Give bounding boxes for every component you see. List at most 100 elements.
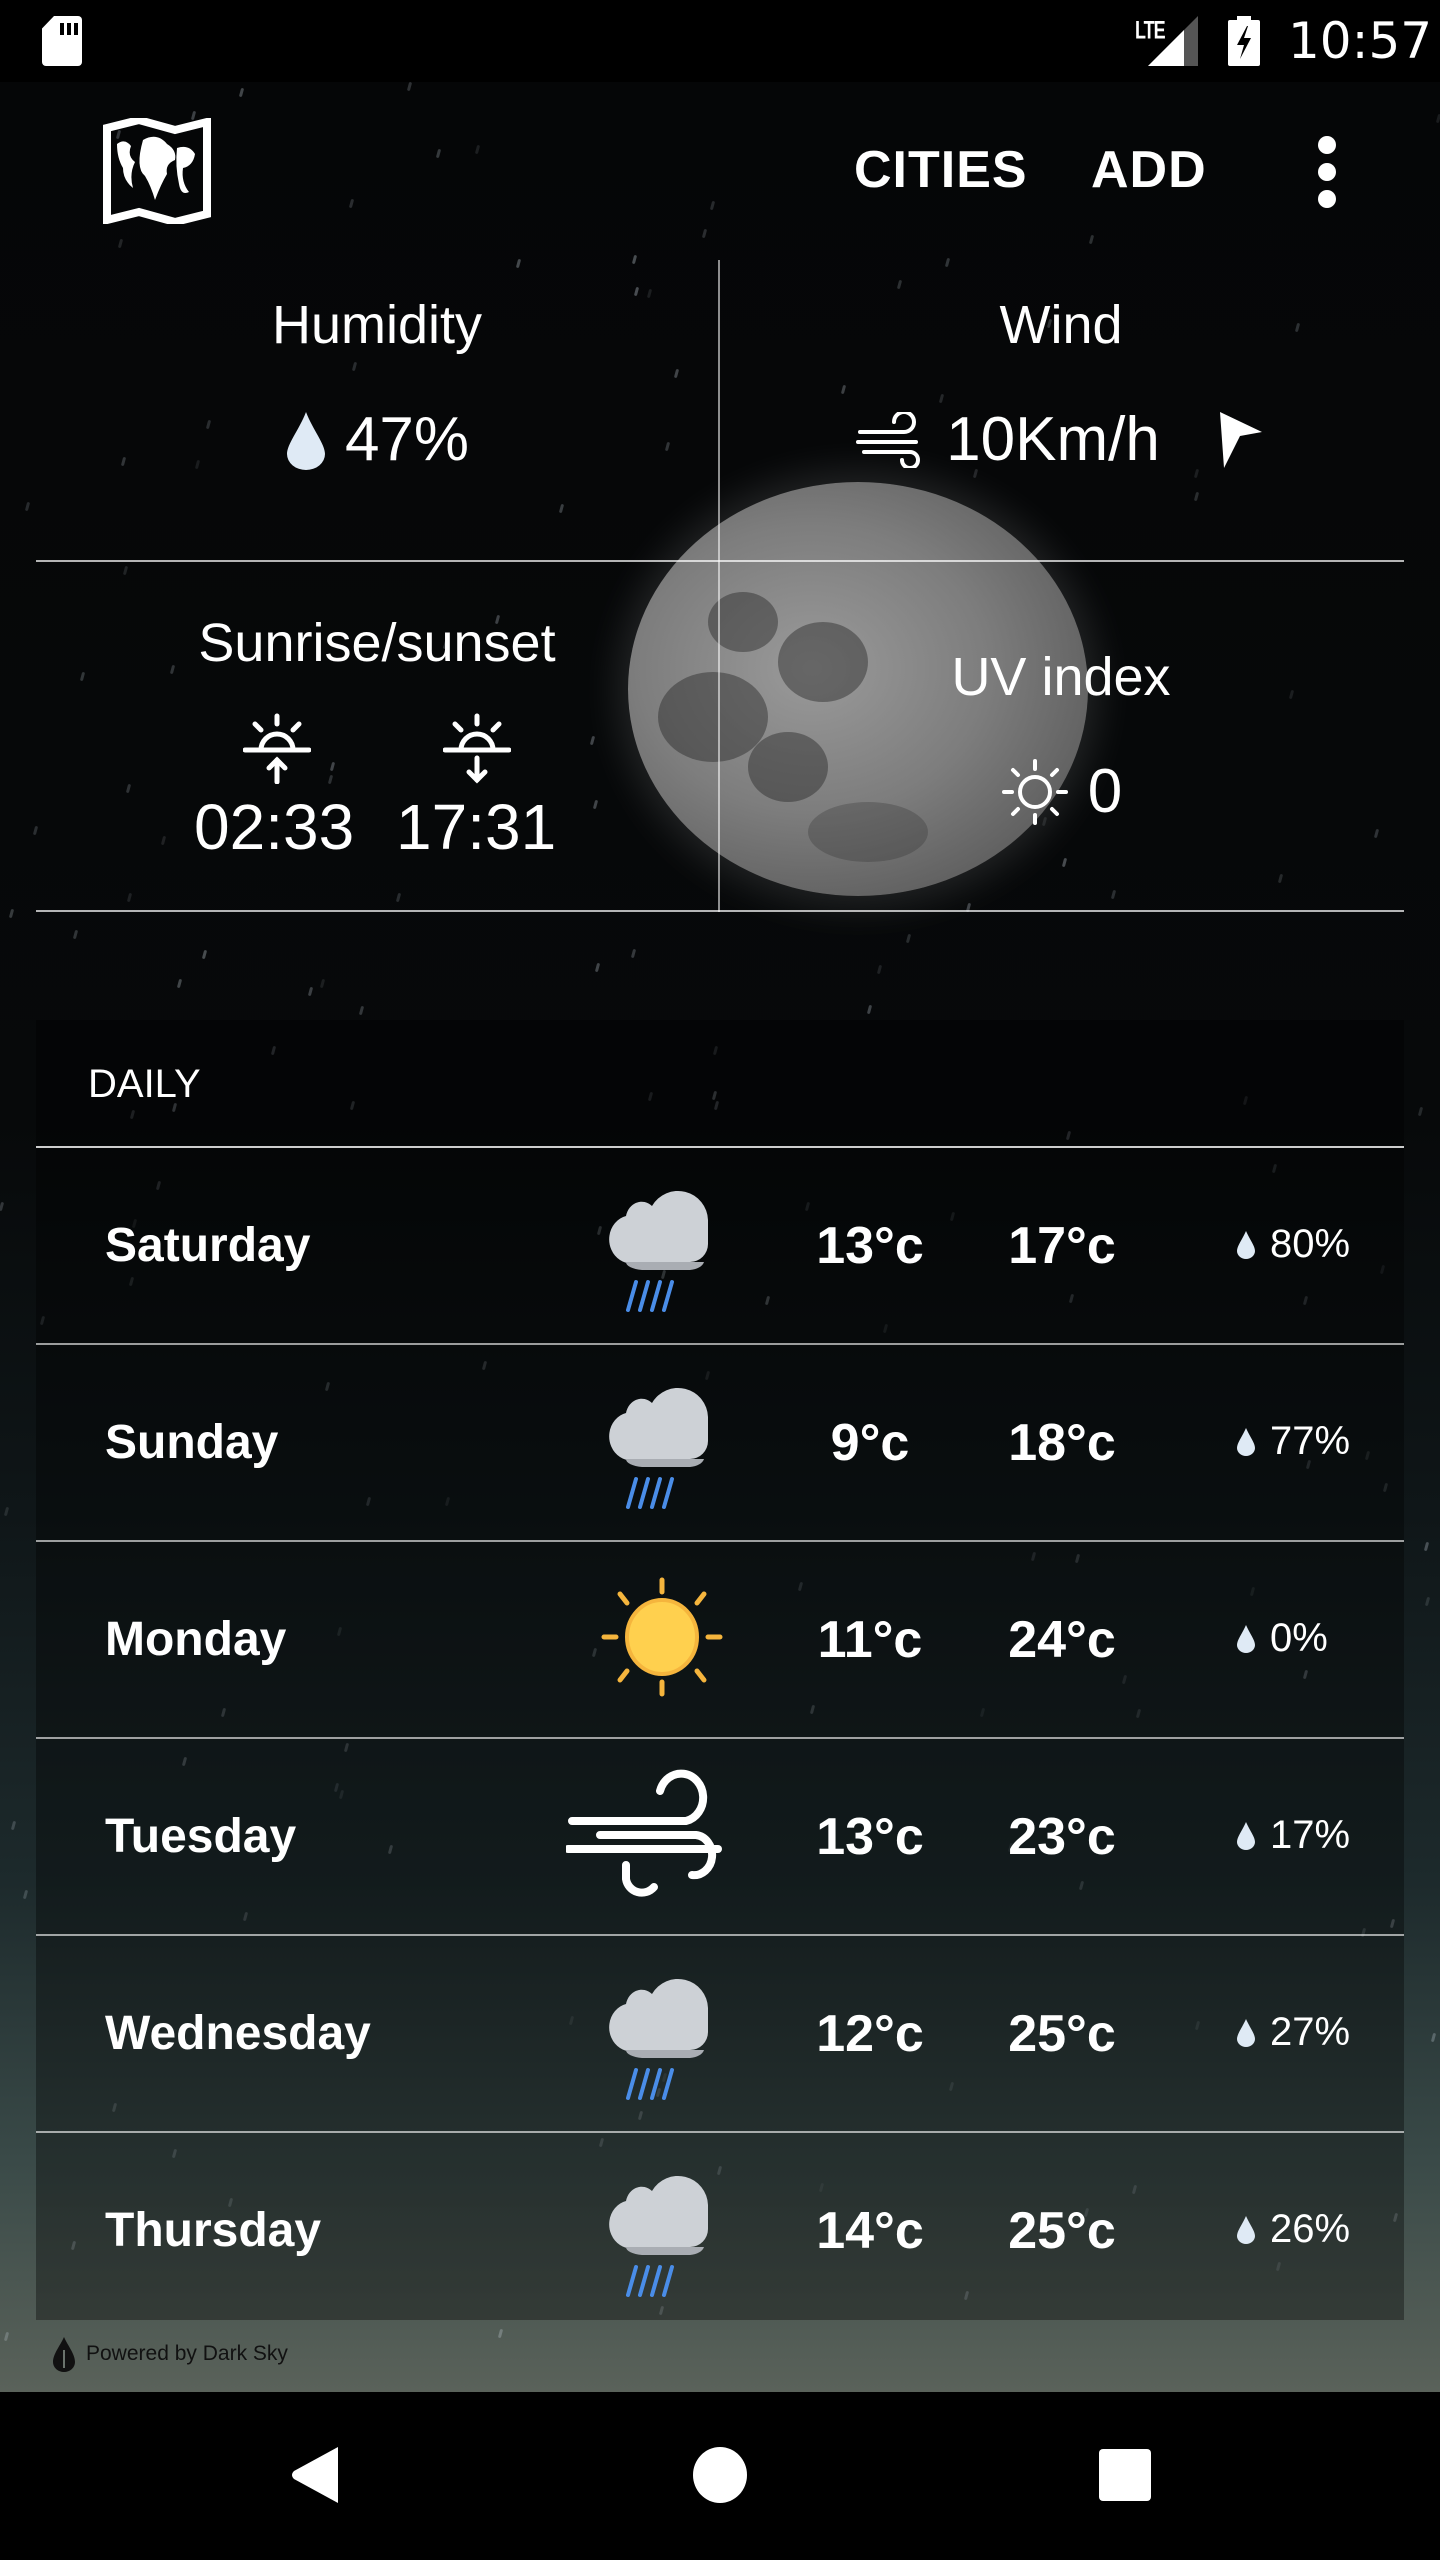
back-icon[interactable]: [288, 2445, 342, 2505]
daily-row-monday[interactable]: Monday 11°c 24°c 0%: [36, 1542, 1404, 1739]
raindrop-icon: [1237, 1821, 1255, 1850]
star: [3, 1506, 10, 1517]
star: [876, 964, 883, 975]
day-name: Sunday: [105, 1416, 279, 1469]
cities-button[interactable]: CITIES: [854, 140, 1028, 200]
temp-high: 18°c: [1008, 1414, 1116, 1472]
temp-low: 12°c: [816, 2005, 924, 2063]
star: [558, 503, 565, 514]
star: [22, 1889, 29, 1900]
more-vert-icon[interactable]: [1312, 132, 1342, 212]
status-bar: LTE 10:57: [0, 0, 1440, 82]
precip-value: 77%: [1270, 1419, 1351, 1463]
star: [126, 892, 133, 903]
star: [307, 986, 314, 997]
humidity-value-group: 47%: [36, 404, 718, 475]
day-name: Saturday: [105, 1219, 311, 1272]
star: [348, 198, 355, 209]
sunset-time: 17:31: [396, 791, 557, 863]
star: [1423, 1541, 1430, 1552]
star: [896, 279, 903, 290]
wind-label: Wind: [999, 295, 1123, 355]
star: [1110, 889, 1117, 900]
star: [515, 258, 522, 269]
star: [474, 144, 481, 155]
wind-day-icon: [564, 1769, 722, 1897]
world-map-icon[interactable]: [103, 118, 211, 224]
daily-row-tuesday[interactable]: Tuesday 13°c 23°c 17%: [36, 1739, 1404, 1936]
daily-row-saturday[interactable]: Saturday 13°c 17°c 80%: [36, 1148, 1404, 1345]
rain-cloud-icon: [609, 1387, 708, 1509]
precip-value: 27%: [1270, 2010, 1351, 2054]
uv-value-group: 0: [720, 756, 1402, 827]
temp-low: 14°c: [816, 2202, 924, 2260]
weather-icon: [592, 1375, 732, 1515]
daily-row-thursday[interactable]: Thursday 14°c 25°c 26%: [36, 2133, 1404, 2330]
wind-value-group: 10Km/h: [720, 404, 1402, 475]
star: [905, 933, 912, 944]
star: [866, 1004, 873, 1015]
star: [630, 948, 637, 959]
temp-high: 24°c: [1008, 1611, 1116, 1669]
star: [701, 228, 708, 239]
dark-sky-logo-icon: [53, 2337, 75, 2372]
star: [32, 825, 39, 836]
sunrise-icon: [243, 713, 311, 784]
day-name: Monday: [105, 1613, 287, 1666]
daily-title: DAILY: [88, 1062, 201, 1106]
star: [0, 1201, 5, 1212]
star: [72, 929, 79, 940]
daily-row-wednesday[interactable]: Wednesday 12°c 25°c 27%: [36, 1936, 1404, 2133]
temp-high: 25°c: [1008, 2202, 1116, 2260]
star: [125, 783, 132, 794]
wind-direction-arrow-icon: [1219, 411, 1262, 468]
grid-divider-bottom: [36, 910, 1404, 912]
star: [435, 148, 442, 159]
star: [1417, 1106, 1424, 1117]
star: [1424, 1596, 1431, 1607]
precip-value: 26%: [1270, 2207, 1351, 2251]
star: [1061, 857, 1068, 868]
weather-icon: [592, 2163, 732, 2303]
precip-probability: 77%: [1236, 1419, 1350, 1464]
temp-low: 13°c: [816, 1217, 924, 1275]
precip-value: 17%: [1270, 1813, 1351, 1857]
star: [594, 962, 601, 973]
add-button[interactable]: ADD: [1091, 140, 1207, 200]
humidity-label: Humidity: [271, 295, 483, 355]
star: [238, 87, 245, 98]
star: [319, 978, 326, 989]
daily-row-sunday[interactable]: Sunday 9°c 18°c 77%: [36, 1345, 1404, 1542]
star: [329, 761, 336, 772]
day-name: Tuesday: [105, 1810, 297, 1863]
star: [395, 892, 402, 903]
temp-high: 23°c: [1008, 1808, 1116, 1866]
precip-probability: 17%: [1236, 1813, 1350, 1858]
navigation-bar: [0, 2392, 1440, 2560]
humidity-value: 47%: [344, 405, 470, 474]
star: [589, 735, 596, 746]
uv-value: 0: [1087, 757, 1123, 826]
temp-low: 11°c: [817, 1611, 923, 1669]
star: [10, 1820, 17, 1831]
dark-sky-attribution[interactable]: Powered by Dark Sky: [52, 2336, 288, 2372]
temp-low: 9°c: [830, 1414, 910, 1472]
raindrop-icon: [1237, 2018, 1255, 2047]
star: [201, 949, 208, 960]
signal-icon: [1148, 16, 1198, 66]
star: [358, 1005, 365, 1016]
clock: 10:57: [1288, 12, 1433, 70]
star: [631, 254, 638, 265]
home-icon[interactable]: [692, 2446, 748, 2504]
raindrop-icon: [1237, 1427, 1255, 1456]
recents-icon[interactable]: [1098, 2448, 1152, 2502]
precip-value: 0%: [1270, 1616, 1328, 1660]
raindrop-icon: [1237, 1230, 1255, 1259]
star: [1373, 828, 1380, 839]
star: [497, 2328, 504, 2339]
sunrise-time: 02:33: [194, 791, 355, 863]
temp-low: 13°c: [816, 1808, 924, 1866]
day-name: Wednesday: [105, 2007, 371, 2060]
star: [117, 238, 124, 249]
rain-cloud-icon: [609, 1190, 708, 1312]
